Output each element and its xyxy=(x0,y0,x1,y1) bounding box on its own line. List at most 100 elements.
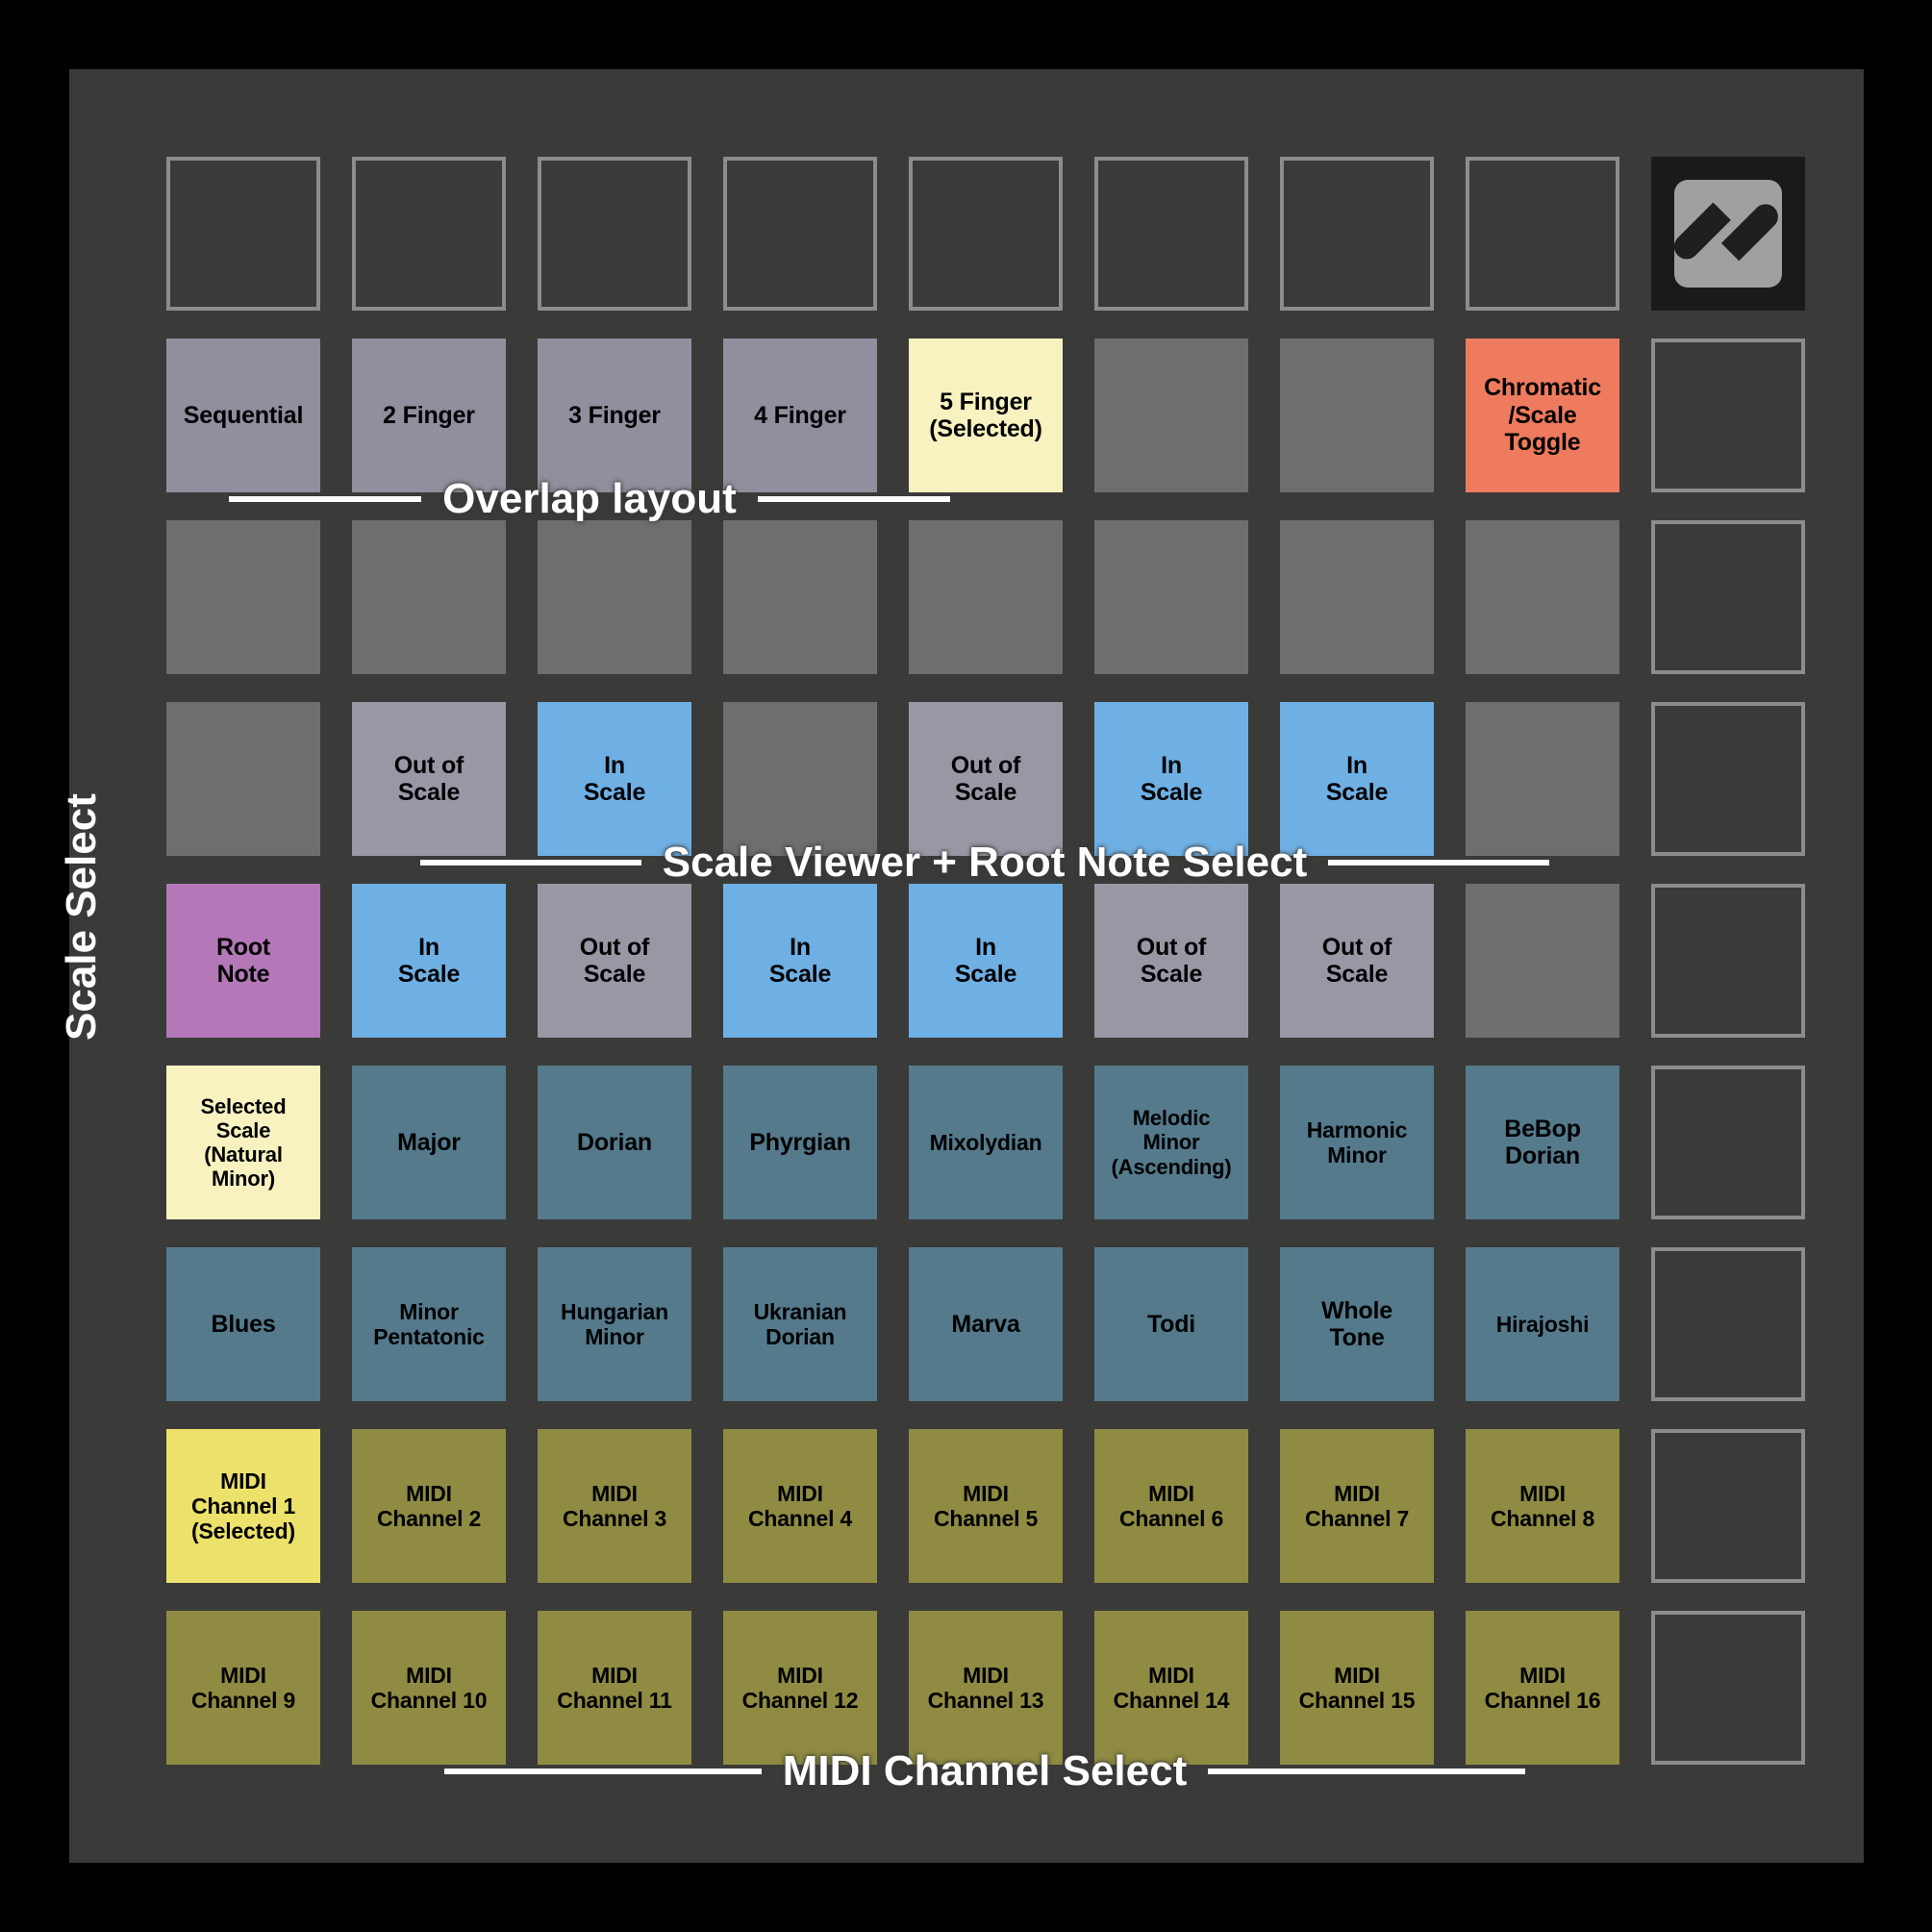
pad-top-function-row-8[interactable] xyxy=(1466,157,1619,311)
pad-scale-viewer-upper-row-8[interactable] xyxy=(1466,702,1619,856)
pad-midi-channel-14[interactable]: MIDI Channel 14 xyxy=(1094,1611,1248,1765)
round-button-scale-viewer-lower-row[interactable] xyxy=(1651,884,1805,1038)
pad-hirajoshi[interactable]: Hirajoshi xyxy=(1466,1247,1619,1401)
pad-midi-channel-5[interactable]: MIDI Channel 5 xyxy=(909,1429,1063,1583)
pad-midi-channel-3[interactable]: MIDI Channel 3 xyxy=(538,1429,691,1583)
pad-midi-channel-11[interactable]: MIDI Channel 11 xyxy=(538,1611,691,1765)
pad-harmonic-minor[interactable]: Harmonic Minor xyxy=(1280,1066,1434,1219)
round-button-midi-channel-row-1[interactable] xyxy=(1651,1429,1805,1583)
pad-label-line: MIDI xyxy=(1519,1662,1566,1688)
pad-mixolydian[interactable]: Mixolydian xyxy=(909,1066,1063,1219)
round-button-scale-select-row-2[interactable] xyxy=(1651,1247,1805,1401)
pad-phyrgian[interactable]: Phyrgian xyxy=(723,1066,877,1219)
pad-label-line: MIDI xyxy=(963,1662,1009,1688)
pad-label-line: MIDI xyxy=(591,1480,638,1506)
pad-label-line: Minor) xyxy=(211,1167,275,1192)
pad-in-scale[interactable]: In Scale xyxy=(1094,702,1248,856)
pad-sequential[interactable]: Sequential xyxy=(166,339,320,492)
pad-label-line: Channel 10 xyxy=(370,1688,488,1713)
pad-blank-dim-row-6[interactable] xyxy=(1094,520,1248,674)
pad-top-function-row-6[interactable] xyxy=(1094,157,1248,311)
pad-scale-viewer-upper-row-1[interactable] xyxy=(166,702,320,856)
pad-midi-channel-13[interactable]: MIDI Channel 13 xyxy=(909,1611,1063,1765)
pad-label-line: Scale xyxy=(1325,961,1389,988)
pad-hungarian-minor[interactable]: Hungarian Minor xyxy=(538,1247,691,1401)
pad-top-function-row-3[interactable] xyxy=(538,157,691,311)
pad-label-line: Channel 5 xyxy=(933,1506,1039,1531)
section-label-scale-select: Scale Select xyxy=(58,793,105,1041)
pad-blank-dim-row-1[interactable] xyxy=(166,520,320,674)
pad-overlap-layout-row-6[interactable] xyxy=(1094,339,1248,492)
round-button-midi-channel-row-2[interactable] xyxy=(1651,1611,1805,1765)
pad-label-line: In xyxy=(1161,751,1182,779)
pad-whole-tone[interactable]: Whole Tone xyxy=(1280,1247,1434,1401)
pad-midi-channel-16[interactable]: MIDI Channel 16 xyxy=(1466,1611,1619,1765)
pad-label-line: Melodic xyxy=(1132,1106,1211,1131)
pad-midi-channel-4[interactable]: MIDI Channel 4 xyxy=(723,1429,877,1583)
pad-overlap-layout-row-7[interactable] xyxy=(1280,339,1434,492)
pad-midi-channel-1-selected[interactable]: MIDI Channel 1 (Selected) xyxy=(166,1429,320,1583)
pad-label-line: MIDI xyxy=(1148,1480,1194,1506)
pad-row-scale-select-row-2: Blues Minor Pentatonic Hungarian Minor Ukrani… xyxy=(166,1247,1805,1401)
pad-blank-dim-row-3[interactable] xyxy=(538,520,691,674)
pad-blank-dim-row-5[interactable] xyxy=(909,520,1063,674)
pad-out-of-scale[interactable]: Out of Scale xyxy=(352,702,506,856)
pad-out-of-scale[interactable]: Out of Scale xyxy=(909,702,1063,856)
pad-chromatic-scale-toggle[interactable]: Chromatic/Scale Toggle xyxy=(1466,339,1619,492)
pad-midi-channel-2[interactable]: MIDI Channel 2 xyxy=(352,1429,506,1583)
pad-dorian[interactable]: Dorian xyxy=(538,1066,691,1219)
pad-melodic-minor-ascending[interactable]: Melodic Minor (Ascending) xyxy=(1094,1066,1248,1219)
pad-bebop-dorian[interactable]: BeBop Dorian xyxy=(1466,1066,1619,1219)
pad-blues[interactable]: Blues xyxy=(166,1247,320,1401)
pad-major[interactable]: Major xyxy=(352,1066,506,1219)
pad-in-scale[interactable]: In Scale xyxy=(1280,702,1434,856)
pad-label-line: Channel 1 xyxy=(190,1493,296,1518)
pad-label-line: In xyxy=(604,751,625,779)
pad-5-finger-selected[interactable]: 5 Finger (Selected) xyxy=(909,339,1063,492)
pad-label-line: Phyrgian xyxy=(749,1128,851,1156)
pad-out-of-scale[interactable]: Out of Scale xyxy=(1280,884,1434,1038)
pad-blank-dim-row-7[interactable] xyxy=(1280,520,1434,674)
pad-top-function-row-2[interactable] xyxy=(352,157,506,311)
pad-top-function-row-7[interactable] xyxy=(1280,157,1434,311)
pad-midi-channel-10[interactable]: MIDI Channel 10 xyxy=(352,1611,506,1765)
pad-label-line: Dorian xyxy=(765,1324,835,1349)
pad-in-scale[interactable]: In Scale xyxy=(909,884,1063,1038)
pad-marva[interactable]: Marva xyxy=(909,1247,1063,1401)
round-button-scale-select-row-1[interactable] xyxy=(1651,1066,1805,1219)
pad-top-function-row-1[interactable] xyxy=(166,157,320,311)
pad-ukranian-dorian[interactable]: Ukranian Dorian xyxy=(723,1247,877,1401)
pad-minor-pentatonic[interactable]: Minor Pentatonic xyxy=(352,1247,506,1401)
pad-selected-scale-natural-minor[interactable]: Selected Scale (Natural Minor) xyxy=(166,1066,320,1219)
pad-root-note[interactable]: Root Note xyxy=(166,884,320,1038)
pad-2-finger[interactable]: 2 Finger xyxy=(352,339,506,492)
pad-midi-channel-8[interactable]: MIDI Channel 8 xyxy=(1466,1429,1619,1583)
pad-todi[interactable]: Todi xyxy=(1094,1247,1248,1401)
pad-scale-viewer-upper-row-4[interactable] xyxy=(723,702,877,856)
pad-label-line: MIDI xyxy=(963,1480,1009,1506)
pad-3-finger[interactable]: 3 Finger xyxy=(538,339,691,492)
pad-midi-channel-7[interactable]: MIDI Channel 7 xyxy=(1280,1429,1434,1583)
pad-blank-dim-row-4[interactable] xyxy=(723,520,877,674)
round-button-blank-dim-row[interactable] xyxy=(1651,520,1805,674)
pad-midi-channel-12[interactable]: MIDI Channel 12 xyxy=(723,1611,877,1765)
pad-label-line: Channel 13 xyxy=(927,1688,1044,1713)
pad-midi-channel-6[interactable]: MIDI Channel 6 xyxy=(1094,1429,1248,1583)
pad-midi-channel-15[interactable]: MIDI Channel 15 xyxy=(1280,1611,1434,1765)
pad-out-of-scale[interactable]: Out of Scale xyxy=(1094,884,1248,1038)
pad-in-scale[interactable]: In Scale xyxy=(723,884,877,1038)
pad-out-of-scale[interactable]: Out of Scale xyxy=(538,884,691,1038)
pad-top-function-row-4[interactable] xyxy=(723,157,877,311)
pad-midi-channel-9[interactable]: MIDI Channel 9 xyxy=(166,1611,320,1765)
round-button-overlap-layout-row[interactable] xyxy=(1651,339,1805,492)
pad-4-finger[interactable]: 4 Finger xyxy=(723,339,877,492)
pad-in-scale[interactable]: In Scale xyxy=(538,702,691,856)
pad-label-line: Out of xyxy=(579,933,650,961)
pad-top-function-row-5[interactable] xyxy=(909,157,1063,311)
pad-label-line: MIDI xyxy=(220,1468,266,1493)
pad-blank-dim-row-2[interactable] xyxy=(352,520,506,674)
pad-scale-viewer-lower-row-8[interactable] xyxy=(1466,884,1619,1038)
pad-in-scale[interactable]: In Scale xyxy=(352,884,506,1038)
pad-blank-dim-row-8[interactable] xyxy=(1466,520,1619,674)
round-button-scale-viewer-upper-row[interactable] xyxy=(1651,702,1805,856)
